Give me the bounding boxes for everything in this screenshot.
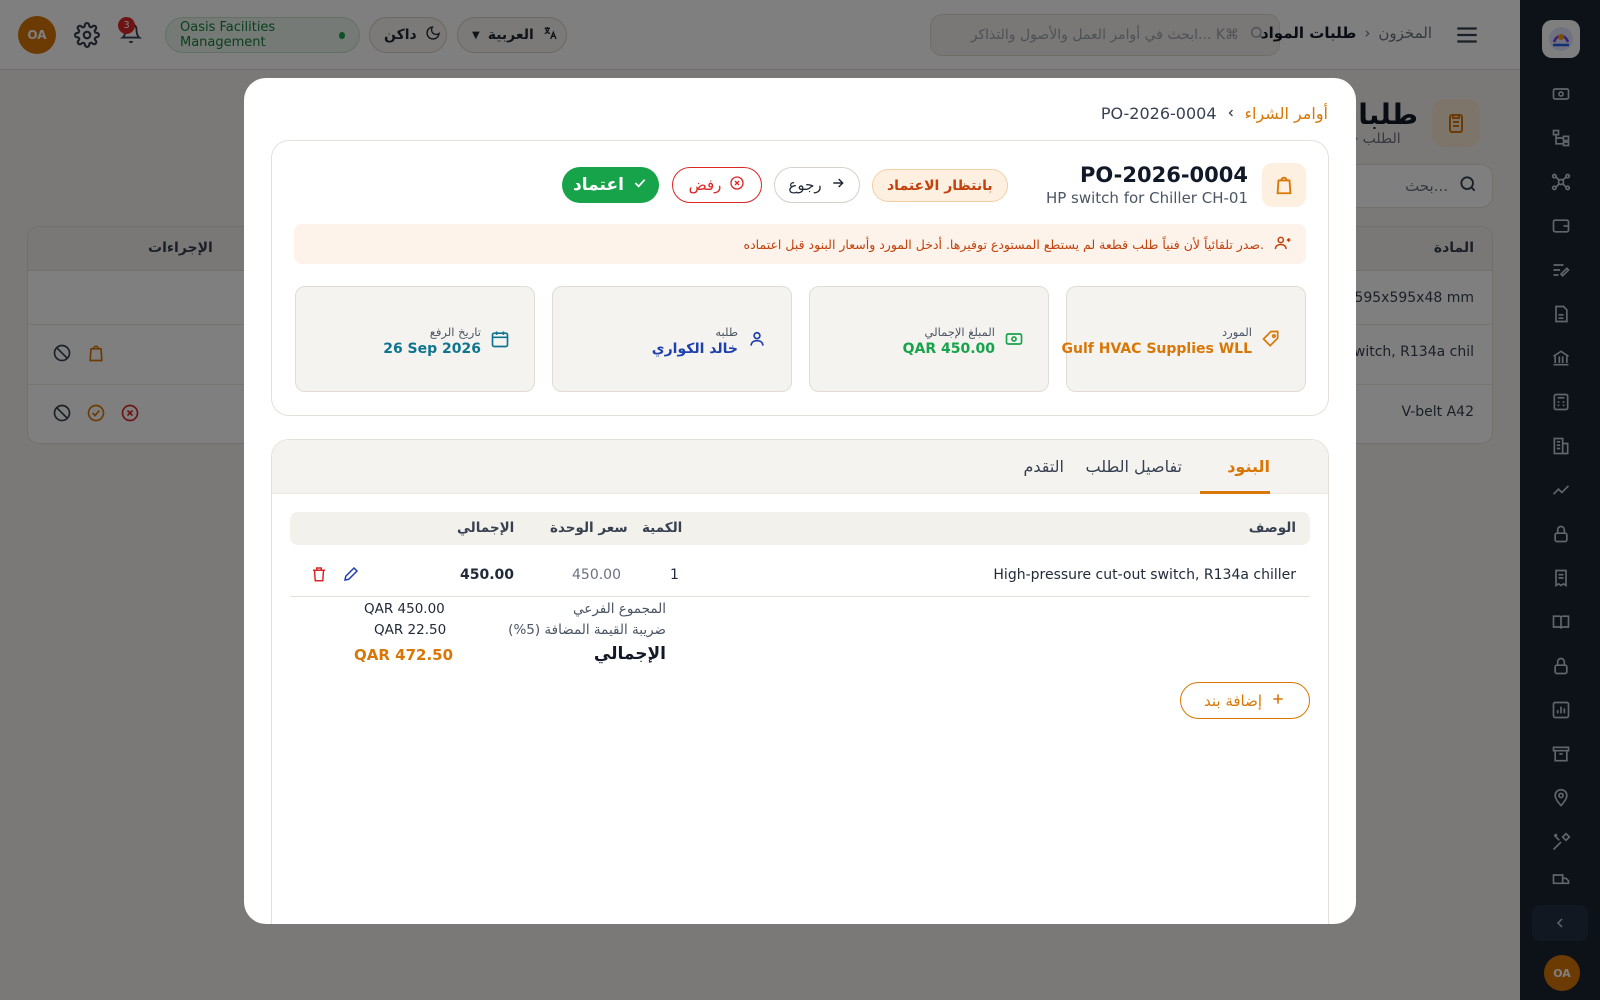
close-circle-icon [729, 175, 745, 195]
amount-label: المبلغ الإجمالي [924, 325, 995, 339]
amount-value: QAR 450.00 [902, 341, 995, 357]
back-button-label: رجوع [788, 176, 822, 194]
pencil-icon[interactable] [342, 565, 362, 585]
check-icon [632, 175, 648, 196]
approve-button-label: اعتماد [573, 175, 624, 195]
table-row[interactable]: High-pressure cut-out switch, R134a chil… [290, 557, 1310, 597]
add-line-button[interactable]: إضافة بند [1180, 682, 1310, 719]
tag-icon [1261, 329, 1283, 351]
calendar-icon [490, 329, 512, 351]
active-tab-indicator [1200, 491, 1270, 494]
tab-bar: البنود تفاصيل الطلب التقدم [272, 440, 1328, 494]
reject-button-label: رفض [688, 176, 722, 194]
reject-button[interactable]: رفض [672, 167, 762, 203]
header-total: الإجمالي [457, 520, 515, 536]
line-unit-price: 450.00 [572, 567, 621, 583]
breadcrumb-purchase-orders[interactable]: أوامر الشراء [1245, 104, 1329, 123]
breadcrumb-current: PO-2026-0004 [1100, 104, 1217, 123]
supplier-card: المورد Gulf HVAC Supplies WLL [1062, 286, 1306, 392]
status-badge: بانتظار الاعتماد [872, 169, 1008, 202]
money-icon [1004, 329, 1026, 351]
add-line-label: إضافة بند [1203, 691, 1263, 710]
tabs-card: البنود تفاصيل الطلب التقدم الوصف الكمية … [271, 439, 1329, 924]
shopping-bag-icon [1262, 163, 1306, 207]
trash-icon[interactable] [310, 565, 330, 585]
purchase-order-modal: أوامر الشراء PO-2026-0004 PO-2026-0004 H… [244, 78, 1356, 924]
header-description: الوصف [1248, 520, 1296, 536]
tab-line-items[interactable]: البنود [1227, 457, 1270, 476]
modal-breadcrumb: أوامر الشراء PO-2026-0004 [1101, 104, 1328, 123]
notice-text: صدر تلقائياً لأن فنياً طلب قطعة لم يستطع… [743, 236, 1264, 252]
header-unit-price: سعر الوحدة [550, 520, 628, 536]
header-quantity: الكمية [642, 520, 683, 536]
chevron-left-icon [1225, 104, 1237, 123]
po-number: PO-2026-0004 [1080, 163, 1248, 187]
date-label: تاريخ الرفع [429, 325, 481, 339]
auto-issued-notice: صدر تلقائياً لأن فنياً طلب قطعة لم يستطع… [294, 224, 1306, 264]
vat-value: QAR 22.50 [374, 622, 447, 638]
back-button[interactable]: رجوع [774, 167, 860, 203]
supplier-value: Gulf HVAC Supplies WLL [1061, 341, 1252, 357]
tab-progress[interactable]: التقدم [1023, 457, 1064, 476]
arrow-right-icon [830, 175, 846, 195]
requester-card: طلبه خالد الكواري [552, 286, 792, 392]
user-icon [747, 329, 769, 351]
approve-button[interactable]: اعتماد [562, 167, 659, 203]
tab-request-details[interactable]: تفاصيل الطلب [1086, 457, 1183, 476]
line-total: 450.00 [460, 567, 515, 583]
po-header-card: PO-2026-0004 HP switch for Chiller CH-01… [271, 140, 1329, 416]
grand-total-label: الإجمالي [593, 644, 666, 664]
line-quantity: 1 [670, 567, 679, 583]
grand-total-value: QAR 472.50 [354, 646, 454, 664]
vat-label: ضريبة القيمة المضافة (5%) [508, 622, 666, 638]
total-amount-card: المبلغ الإجمالي QAR 450.00 [809, 286, 1049, 392]
requester-label: طلبه [715, 325, 738, 339]
po-description: HP switch for Chiller CH-01 [1045, 189, 1248, 207]
subtotal-label: المجموع الفرعي [573, 601, 666, 617]
subtotal-value: QAR 450.00 [364, 601, 445, 617]
requester-value: خالد الكواري [651, 341, 738, 357]
date-value: 26 Sep 2026 [383, 341, 481, 357]
plus-icon [1270, 691, 1286, 711]
supplier-label: المورد [1222, 325, 1252, 339]
line-description: High-pressure cut-out switch, R134a chil… [993, 567, 1296, 583]
user-group-icon [1274, 234, 1292, 255]
raised-date-card: تاريخ الرفع 26 Sep 2026 [295, 286, 535, 392]
line-items-header: الوصف الكمية سعر الوحدة الإجمالي [290, 512, 1310, 545]
